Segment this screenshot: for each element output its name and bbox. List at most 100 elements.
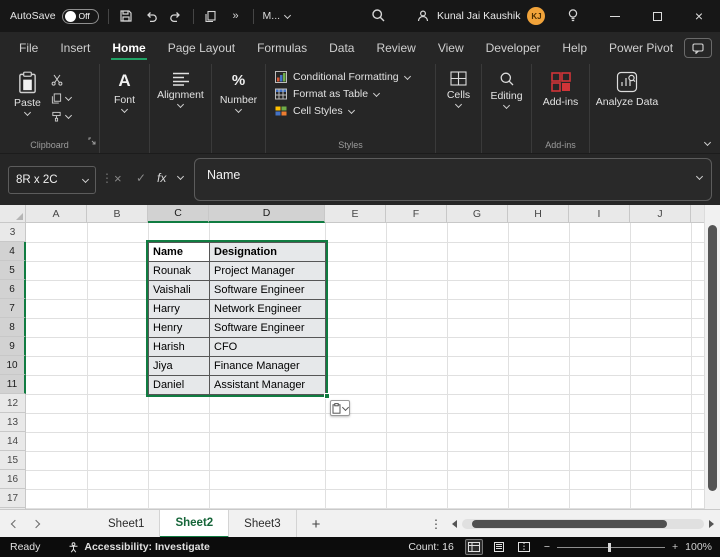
comments-button[interactable] (684, 38, 712, 58)
zoom-out-icon[interactable]: − (544, 541, 550, 553)
copy-button[interactable] (51, 93, 71, 104)
row-header-5[interactable]: 5 (0, 261, 26, 280)
row-header-13[interactable]: 13 (0, 413, 26, 432)
scroll-right-icon[interactable] (709, 520, 714, 528)
autosave-control[interactable]: AutoSave Off (10, 9, 99, 24)
page-layout-view-button[interactable] (490, 539, 508, 555)
enter-icon[interactable]: ✓ (136, 171, 146, 185)
format-painter-button[interactable] (51, 111, 71, 122)
row-header-4[interactable]: 4 (0, 242, 26, 261)
account-chip[interactable]: Kunal Jai Kaushik KJ (410, 4, 551, 28)
menu-tab-formulas[interactable]: Formulas (246, 32, 318, 64)
vertical-scrollbar-thumb[interactable] (708, 225, 717, 491)
cells-button[interactable]: Cells (436, 64, 481, 107)
menu-tab-file[interactable]: File (8, 32, 49, 64)
row-header-16[interactable]: 16 (0, 470, 26, 489)
menu-tab-help[interactable]: Help (551, 32, 598, 64)
zoom-in-icon[interactable]: + (672, 541, 678, 553)
previous-sheet-icon[interactable] (11, 520, 19, 528)
format-as-table-button[interactable]: Format as Table (266, 88, 435, 100)
next-sheet-icon[interactable] (32, 520, 40, 528)
formula-bar-grip-icon[interactable]: ⋮ (101, 171, 113, 185)
cell-C6[interactable]: Vaishali (149, 281, 210, 300)
horizontal-scrollbar-track[interactable] (462, 519, 704, 529)
row-header-12[interactable]: 12 (0, 394, 26, 413)
collapse-ribbon-icon[interactable] (704, 139, 711, 146)
cell-C8[interactable]: Henry (149, 319, 210, 338)
zoom-slider-thumb[interactable] (608, 543, 611, 552)
save-icon[interactable] (118, 8, 134, 24)
tab-overflow-icon[interactable]: ⋮ (430, 510, 442, 538)
paste-options-button[interactable] (330, 400, 350, 416)
row-header-11[interactable]: 11 (0, 375, 26, 394)
horizontal-scrollbar[interactable] (452, 510, 714, 538)
autosave-toggle[interactable]: Off (62, 9, 99, 24)
menu-tab-insert[interactable]: Insert (49, 32, 101, 64)
menu-tab-view[interactable]: View (427, 32, 475, 64)
addins-button[interactable]: Add-ins (532, 64, 589, 108)
column-header-D[interactable]: D (209, 205, 325, 223)
lightbulb-icon[interactable] (566, 8, 580, 28)
scroll-left-icon[interactable] (452, 520, 457, 528)
alignment-button[interactable]: Alignment (150, 64, 211, 107)
copy-icon[interactable] (203, 8, 219, 24)
cell-D7[interactable]: Network Engineer (210, 300, 326, 319)
zoom-slider[interactable] (557, 547, 665, 548)
cell-D6[interactable]: Software Engineer (210, 281, 326, 300)
horizontal-scrollbar-thumb[interactable] (472, 520, 667, 528)
cell-C5[interactable]: Rounak (149, 262, 210, 281)
cell-styles-button[interactable]: Cell Styles (266, 105, 435, 117)
cell-D10[interactable]: Finance Manager (210, 357, 326, 376)
cell-C7[interactable]: Harry (149, 300, 210, 319)
more-commands-icon[interactable]: » (228, 8, 244, 24)
cell-D4[interactable]: Designation (210, 243, 326, 262)
column-header-E[interactable]: E (325, 205, 386, 223)
sheet-tab-sheet1[interactable]: Sheet1 (93, 510, 160, 538)
select-all-corner[interactable] (0, 205, 26, 223)
row-header-14[interactable]: 14 (0, 432, 26, 451)
number-button[interactable]: % Number (212, 64, 265, 112)
conditional-formatting-button[interactable]: Conditional Formatting (266, 71, 435, 83)
cell-D9[interactable]: CFO (210, 338, 326, 357)
minimize-button[interactable] (594, 0, 636, 32)
cell-C9[interactable]: Harish (149, 338, 210, 357)
row-header-17[interactable]: 17 (0, 489, 26, 508)
column-header-J[interactable]: J (630, 205, 691, 223)
editing-button[interactable]: Editing (482, 64, 531, 108)
menu-tab-data[interactable]: Data (318, 32, 365, 64)
column-header-F[interactable]: F (386, 205, 447, 223)
analyze-data-button[interactable]: Analyze Data (590, 64, 664, 108)
new-sheet-button[interactable]: + (305, 510, 327, 538)
page-break-view-button[interactable] (515, 539, 533, 555)
cell-D8[interactable]: Software Engineer (210, 319, 326, 338)
paste-button[interactable]: Paste (14, 64, 41, 122)
menu-tab-power-pivot[interactable]: Power Pivot (598, 32, 684, 64)
grid[interactable]: ABCDEFGHIJ345678910111213141516171819Nam… (0, 205, 704, 509)
menu-tab-home[interactable]: Home (101, 32, 156, 64)
row-header-3[interactable]: 3 (0, 223, 26, 242)
redo-icon[interactable] (168, 8, 184, 24)
column-header-C[interactable]: C (148, 205, 209, 223)
name-box[interactable]: 8R x 2C (8, 166, 96, 194)
column-header-I[interactable]: I (569, 205, 630, 223)
column-header-B[interactable]: B (87, 205, 148, 223)
menu-tab-developer[interactable]: Developer (475, 32, 552, 64)
column-header-H[interactable]: H (508, 205, 569, 223)
sheet-tab-sheet3[interactable]: Sheet3 (229, 510, 296, 538)
row-header-10[interactable]: 10 (0, 356, 26, 375)
menu-tab-page-layout[interactable]: Page Layout (157, 32, 246, 64)
row-header-7[interactable]: 7 (0, 299, 26, 318)
insert-function-icon[interactable]: fx (157, 171, 166, 185)
cell-C11[interactable]: Daniel (149, 376, 210, 395)
search-icon[interactable] (371, 8, 386, 28)
close-button[interactable]: × (678, 0, 720, 32)
menu-tab-review[interactable]: Review (365, 32, 426, 64)
undo-icon[interactable] (143, 8, 159, 24)
row-header-8[interactable]: 8 (0, 318, 26, 337)
vertical-scrollbar[interactable] (704, 205, 720, 509)
font-button[interactable]: A Font (100, 64, 149, 112)
sheet-tab-sheet2[interactable]: Sheet2 (160, 510, 229, 538)
mode-menu[interactable]: M... (263, 10, 291, 22)
column-header-A[interactable]: A (26, 205, 87, 223)
cell-C4[interactable]: Name (149, 243, 210, 262)
